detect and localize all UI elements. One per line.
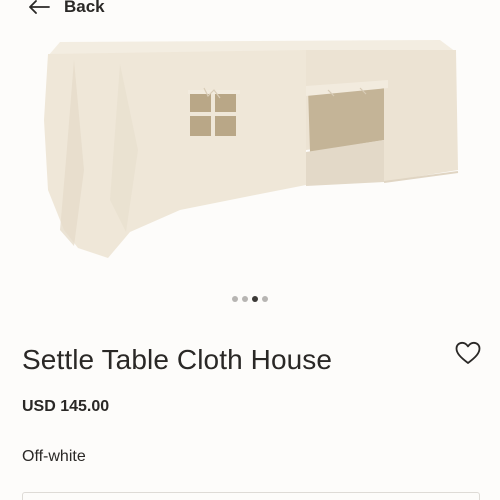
- back-button[interactable]: Back: [28, 0, 105, 20]
- pagination-dot-active[interactable]: [252, 296, 258, 302]
- gallery-pagination: [0, 296, 500, 302]
- product-color: Off-white: [22, 448, 86, 465]
- arrow-left-icon: [28, 0, 50, 14]
- product-price: USD 145.00: [22, 398, 110, 415]
- wishlist-button[interactable]: [454, 340, 482, 366]
- product-title: Settle Table Cloth House: [22, 344, 333, 375]
- product-image: [44, 40, 459, 258]
- variant-selector[interactable]: [22, 492, 480, 500]
- tablecloth-front: [44, 50, 306, 258]
- product-image-gallery[interactable]: [0, 20, 500, 275]
- pagination-dot[interactable]: [232, 296, 238, 302]
- pagination-dot[interactable]: [262, 296, 268, 302]
- pagination-dot[interactable]: [242, 296, 248, 302]
- back-label: Back: [64, 0, 105, 16]
- heart-outline-icon: [455, 341, 481, 364]
